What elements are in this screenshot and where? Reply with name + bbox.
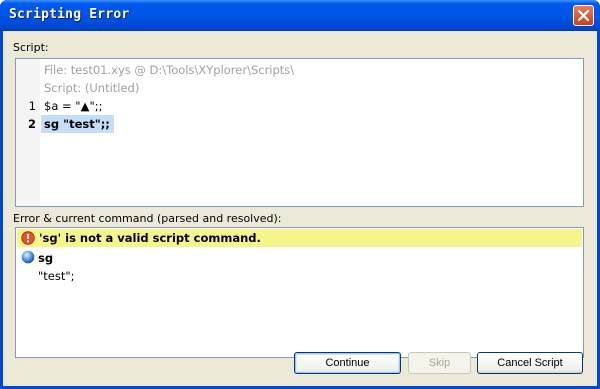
error-icon [21,231,35,245]
error-view[interactable]: 'sg' is not a valid script command. sg "… [15,227,584,358]
close-icon [578,10,589,21]
title-bar[interactable]: Scripting Error [0,0,600,31]
current-command: sg [38,251,54,265]
continue-button[interactable]: Continue [294,352,401,374]
line-number: 1 [28,99,36,113]
error-label: Error & current command (parsed and reso… [13,212,282,225]
command-argument: "test"; [38,269,75,283]
script-file-path: File: test01.xys @ D:\Tools\XYplorer\Scr… [44,63,295,77]
line-code-highlighted: sg "test";; [41,115,114,133]
dialog-title: Scripting Error [9,7,130,22]
script-name: Script: (Untitled) [44,81,140,95]
script-header-file: File: test01.xys @ D:\Tools\XYplorer\Scr… [16,61,576,79]
script-view[interactable]: File: test01.xys @ D:\Tools\XYplorer\Scr… [15,58,584,207]
dialog-client-area: Script: File: test01.xys @ D:\Tools\XYpl… [3,31,597,386]
script-header-name: Script: (Untitled) [16,79,576,97]
command-bullet-icon [21,250,35,264]
script-label: Script: [13,41,49,54]
scripting-error-dialog: Scripting Error Script: File: test01.xys… [0,0,600,389]
script-line-current[interactable]: 2 sg "test";; [16,115,576,133]
script-line[interactable]: 1 $a = "▲";; [16,97,576,115]
close-button[interactable] [573,5,594,26]
skip-button[interactable]: Skip [408,352,471,374]
line-code: $a = "▲";; [44,99,103,113]
line-number: 2 [27,117,36,131]
error-message-row: 'sg' is not a valid script command. [17,229,582,247]
cancel-script-button[interactable]: Cancel Script [477,352,583,374]
error-message: 'sg' is not a valid script command. [39,231,261,245]
